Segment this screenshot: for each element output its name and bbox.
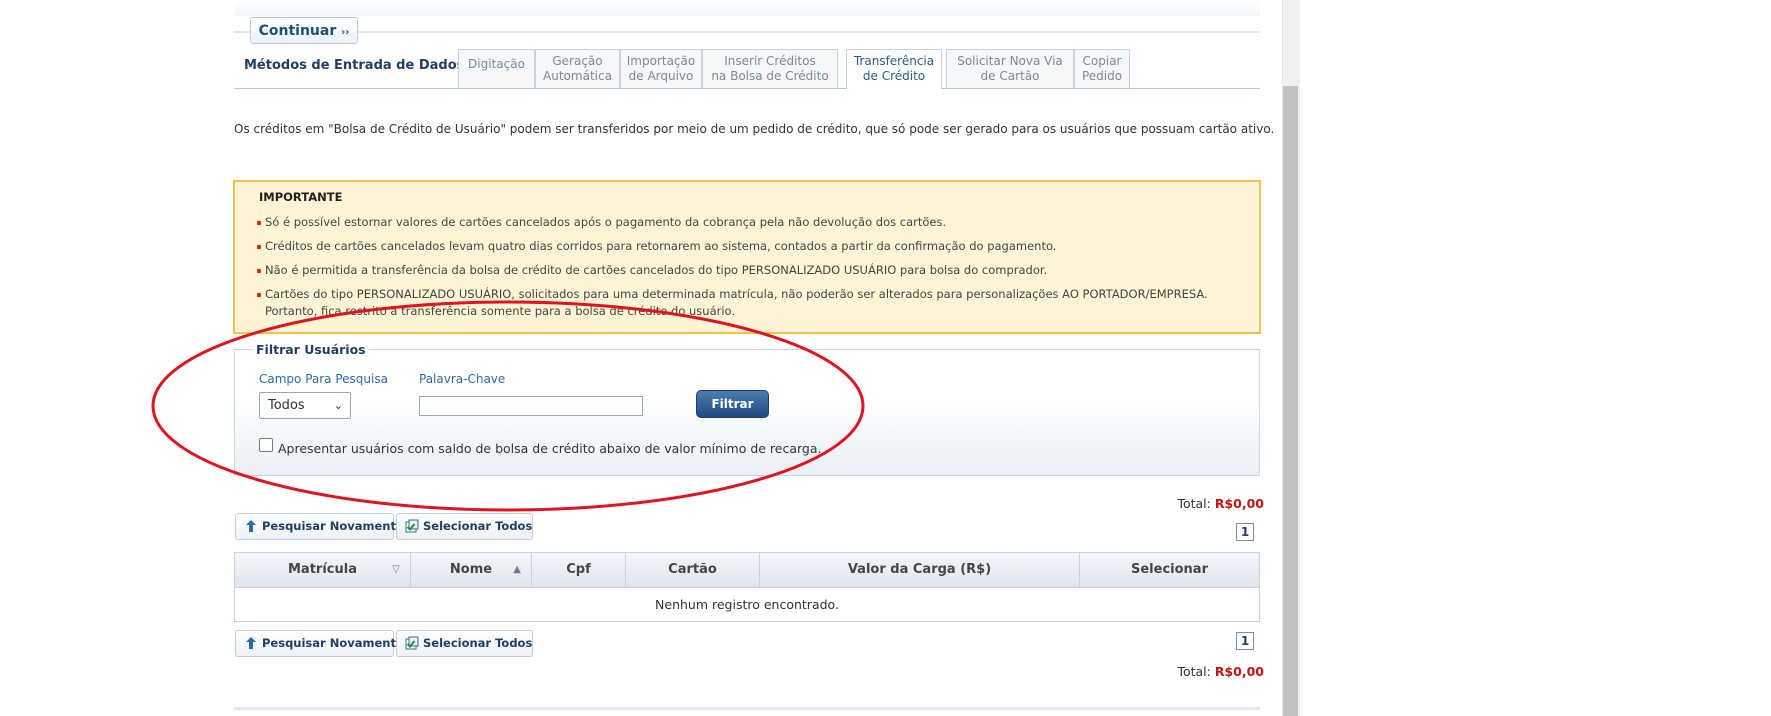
page-number[interactable]: 1: [1236, 523, 1254, 541]
tab-digitacao[interactable]: Digitação: [458, 49, 535, 88]
tab-label-line2: Pedido: [1081, 69, 1123, 83]
top-divider: [234, 31, 1260, 33]
sort-desc-icon: ▽: [392, 564, 400, 575]
search-again-label: Pesquisar Novamente: [262, 519, 404, 533]
column-header-valor-carga[interactable]: Valor da Carga (R$): [760, 553, 1080, 587]
bullet-icon: [257, 245, 261, 249]
search-again-label: Pesquisar Novamente: [262, 636, 404, 650]
select-all-button-bottom[interactable]: Selecionar Todos: [396, 630, 533, 657]
tab-label-line2: de Arquivo: [628, 69, 694, 83]
important-item: Créditos de cartões cancelados levam qua…: [257, 238, 1056, 255]
top-band: [234, 0, 1260, 16]
checklist-icon: [405, 519, 419, 533]
tab-label-line1: Solicitar Nova Via: [957, 54, 1063, 68]
important-item: Só é possível estornar valores de cartõe…: [257, 214, 946, 231]
results-table-header: Matrícula ▽ Nome ▲ Cpf Cartão Valor da C…: [234, 552, 1260, 588]
double-chevron-right-icon: ››: [341, 27, 350, 38]
results-table-body: Nenhum registro encontrado.: [234, 588, 1260, 622]
tab-copiar-pedido[interactable]: Copiar Pedido: [1074, 49, 1130, 88]
total-bottom: Total: R$0,00: [1177, 664, 1264, 679]
scrollbar-thumb[interactable]: [1283, 86, 1298, 716]
total-value: R$0,00: [1214, 496, 1264, 511]
page-description: Os créditos em "Bolsa de Crédito de Usuá…: [234, 122, 1275, 136]
tabs-baseline: [234, 88, 1260, 89]
tab-label-line1: Transferência: [853, 54, 935, 68]
total-top: Total: R$0,00: [1177, 496, 1264, 511]
tab-label-line1: Copiar: [1082, 54, 1122, 68]
select-all-label: Selecionar Todos: [423, 519, 533, 533]
continue-button[interactable]: Continuar ››: [250, 17, 358, 44]
tab-importacao-arquivo[interactable]: Importação de Arquivo: [620, 49, 702, 88]
arrow-up-icon: [246, 520, 256, 532]
tab-label-line1: Importação: [626, 54, 696, 68]
sort-asc-icon: ▲: [513, 564, 521, 575]
column-header-cartao[interactable]: Cartão: [626, 553, 760, 587]
tab-geracao-automatica[interactable]: Geração Automática: [535, 49, 620, 88]
tab-label-line2: de Cartão: [980, 69, 1040, 83]
important-item: Não é permitida a transferência da bolsa…: [257, 262, 1047, 279]
page-number-bottom[interactable]: 1: [1236, 632, 1254, 650]
bullet-icon: [257, 221, 261, 225]
data-entry-methods-label: Métodos de Entrada de Dados: [244, 58, 465, 73]
tab-solicitar-nova-via[interactable]: Solicitar Nova Via de Cartão: [946, 49, 1074, 88]
column-header-matricula[interactable]: Matrícula ▽: [235, 553, 411, 587]
tab-label-line1: Geração: [552, 54, 603, 68]
column-header-nome[interactable]: Nome ▲: [411, 553, 532, 587]
empty-message: Nenhum registro encontrado.: [655, 597, 839, 612]
total-value: R$0,00: [1214, 664, 1264, 679]
important-title: IMPORTANTE: [259, 190, 343, 204]
arrow-up-icon: [246, 637, 256, 649]
column-header-selecionar[interactable]: Selecionar: [1080, 553, 1259, 587]
tab-label-line2: de Crédito: [862, 69, 926, 83]
tab-label-line1: Digitação: [468, 57, 525, 71]
bottom-divider: [234, 707, 1260, 710]
tab-label-line1: Inserir Créditos: [724, 54, 816, 68]
tab-inserir-creditos[interactable]: Inserir Créditos na Bolsa de Crédito: [702, 49, 838, 88]
total-label: Total:: [1177, 664, 1211, 679]
bullet-icon: [257, 269, 261, 273]
select-all-button[interactable]: Selecionar Todos: [396, 513, 533, 540]
search-again-button[interactable]: Pesquisar Novamente: [235, 513, 404, 540]
tab-label-line2: na Bolsa de Crédito: [711, 69, 829, 83]
tab-transferencia-credito[interactable]: Transferência de Crédito: [846, 49, 942, 89]
column-header-cpf[interactable]: Cpf: [532, 553, 626, 587]
search-again-button-bottom[interactable]: Pesquisar Novamente: [235, 630, 404, 657]
red-annotation-ellipse: [151, 300, 865, 512]
continue-label: Continuar: [258, 23, 337, 39]
tab-label-line2: Automática: [543, 69, 612, 83]
checklist-icon: [405, 636, 419, 650]
select-all-label: Selecionar Todos: [423, 636, 533, 650]
total-label: Total:: [1177, 496, 1211, 511]
